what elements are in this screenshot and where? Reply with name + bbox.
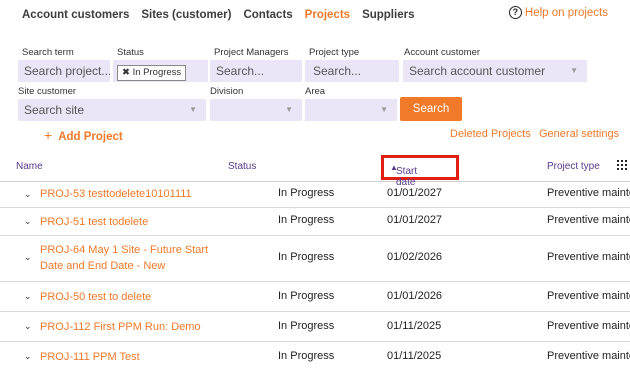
chevron-down-icon: ▼ bbox=[189, 105, 197, 114]
project-status: In Progress bbox=[278, 187, 335, 199]
project-name-link[interactable]: PROJ-53 testtodelete10101111 bbox=[40, 186, 220, 202]
project-name-link[interactable]: PROJ-112 First PPM Run: Demo bbox=[40, 319, 220, 335]
project-start-date: 01/02/2026 bbox=[387, 251, 443, 263]
tab-suppliers[interactable]: Suppliers bbox=[362, 9, 414, 21]
division-select[interactable]: ▼ bbox=[210, 99, 302, 121]
tab-projects[interactable]: Projects bbox=[305, 9, 350, 21]
column-header-status[interactable]: Status bbox=[228, 161, 256, 172]
status-label: Status bbox=[117, 47, 144, 58]
help-link[interactable]: ? Help on projects bbox=[508, 6, 608, 19]
division-label: Division bbox=[210, 86, 244, 97]
search-project-input[interactable]: Search project... bbox=[18, 60, 110, 82]
account-customer-placeholder: Search account customer bbox=[409, 64, 546, 78]
project-type-label: Project type bbox=[309, 47, 360, 58]
chevron-down-icon[interactable]: ⌄ bbox=[24, 189, 32, 200]
chevron-down-icon: ▼ bbox=[380, 105, 388, 114]
project-status: In Progress bbox=[278, 251, 335, 263]
tab-sites-customer[interactable]: Sites (customer) bbox=[141, 9, 231, 21]
help-icon: ? bbox=[508, 6, 522, 19]
table-row[interactable]: ⌄ PROJ-50 test to delete In Progress 01/… bbox=[0, 282, 630, 312]
pm-label: Project Managers bbox=[214, 47, 289, 58]
column-settings-icon[interactable] bbox=[617, 160, 627, 170]
status-select[interactable]: ✖ In Progress bbox=[113, 60, 208, 82]
column-header-start-date[interactable]: Start date ▲ bbox=[381, 155, 459, 188]
search-button[interactable]: Search bbox=[400, 97, 462, 121]
column-header-project-type[interactable]: Project type bbox=[547, 161, 600, 172]
project-status: In Progress bbox=[278, 320, 335, 332]
deleted-projects-link[interactable]: Deleted Projects bbox=[450, 128, 531, 140]
chevron-down-icon[interactable]: ⌄ bbox=[24, 216, 32, 227]
project-name-link[interactable]: PROJ-51 test todelete bbox=[40, 214, 220, 230]
area-label: Area bbox=[305, 86, 326, 97]
account-customer-select[interactable]: Search account customer ▼ bbox=[403, 60, 587, 82]
table-row[interactable]: ⌄ PROJ-53 testtodelete10101111 In Progre… bbox=[0, 182, 630, 208]
project-start-date: 01/01/2027 bbox=[387, 187, 443, 199]
project-type-input[interactable]: Search... bbox=[305, 60, 399, 82]
project-start-date: 01/01/2027 bbox=[387, 214, 443, 226]
project-status: In Progress bbox=[278, 290, 335, 302]
status-chip[interactable]: ✖ In Progress bbox=[117, 65, 187, 81]
project-name-link[interactable]: PROJ-111 PPM Test bbox=[40, 349, 220, 365]
tab-contacts[interactable]: Contacts bbox=[243, 9, 292, 21]
project-type: Preventive mainter bbox=[547, 214, 630, 226]
project-type: Preventive mainter bbox=[547, 251, 630, 263]
project-name-link[interactable]: PROJ-64 May 1 Site - Future Start Date a… bbox=[40, 242, 220, 274]
table-row[interactable]: ⌄ PROJ-112 First PPM Run: Demo In Progre… bbox=[0, 312, 630, 342]
table-row[interactable]: ⌄ PROJ-51 test todelete In Progress 01/0… bbox=[0, 208, 630, 236]
project-type: Preventive mainter bbox=[547, 320, 630, 332]
plus-icon: + bbox=[44, 127, 53, 143]
project-managers-input[interactable]: Search... bbox=[210, 60, 302, 82]
site-customer-label: Site customer bbox=[18, 86, 77, 97]
chevron-down-icon: ▼ bbox=[570, 66, 578, 75]
project-type: Preventive mainter bbox=[547, 187, 630, 199]
site-placeholder: Search site bbox=[24, 103, 85, 117]
project-start-date: 01/11/2025 bbox=[387, 350, 442, 362]
add-project-label: Add Project bbox=[58, 131, 123, 143]
status-chip-label: In Progress bbox=[132, 67, 182, 78]
remove-chip-icon[interactable]: ✖ bbox=[122, 67, 130, 78]
add-project-button[interactable]: + Add Project bbox=[44, 127, 123, 143]
chevron-down-icon: ▼ bbox=[285, 105, 293, 114]
account-customer-label: Account customer bbox=[404, 47, 481, 58]
tab-account-customers[interactable]: Account customers bbox=[22, 9, 129, 21]
general-settings-link[interactable]: General settings bbox=[539, 128, 619, 140]
table-row[interactable]: ⌄ PROJ-64 May 1 Site - Future Start Date… bbox=[0, 236, 630, 282]
project-start-date: 01/11/2025 bbox=[387, 320, 442, 332]
search-term-label: Search term bbox=[22, 47, 74, 58]
top-nav: Account customers Sites (customer) Conta… bbox=[22, 9, 426, 21]
project-name-link[interactable]: PROJ-50 test to delete bbox=[40, 289, 220, 305]
chevron-down-icon[interactable]: ⌄ bbox=[24, 321, 32, 332]
project-type: Preventive mainter bbox=[547, 350, 630, 362]
site-customer-select[interactable]: Search site ▼ bbox=[18, 99, 206, 121]
area-select[interactable]: ▼ bbox=[305, 99, 397, 121]
column-header-name[interactable]: Name bbox=[16, 161, 43, 172]
chevron-down-icon[interactable]: ⌄ bbox=[24, 351, 32, 362]
table-row[interactable]: ⌄ PROJ-111 PPM Test In Progress 01/11/20… bbox=[0, 342, 630, 371]
project-status: In Progress bbox=[278, 214, 335, 226]
chevron-down-icon[interactable]: ⌄ bbox=[24, 291, 32, 302]
help-label: Help on projects bbox=[524, 6, 608, 19]
table-header: Name Status Project type bbox=[0, 150, 630, 182]
chevron-down-icon[interactable]: ⌄ bbox=[24, 252, 32, 263]
project-type: Preventive mainter bbox=[547, 290, 630, 302]
project-start-date: 01/01/2026 bbox=[387, 290, 443, 302]
project-status: In Progress bbox=[278, 350, 335, 362]
